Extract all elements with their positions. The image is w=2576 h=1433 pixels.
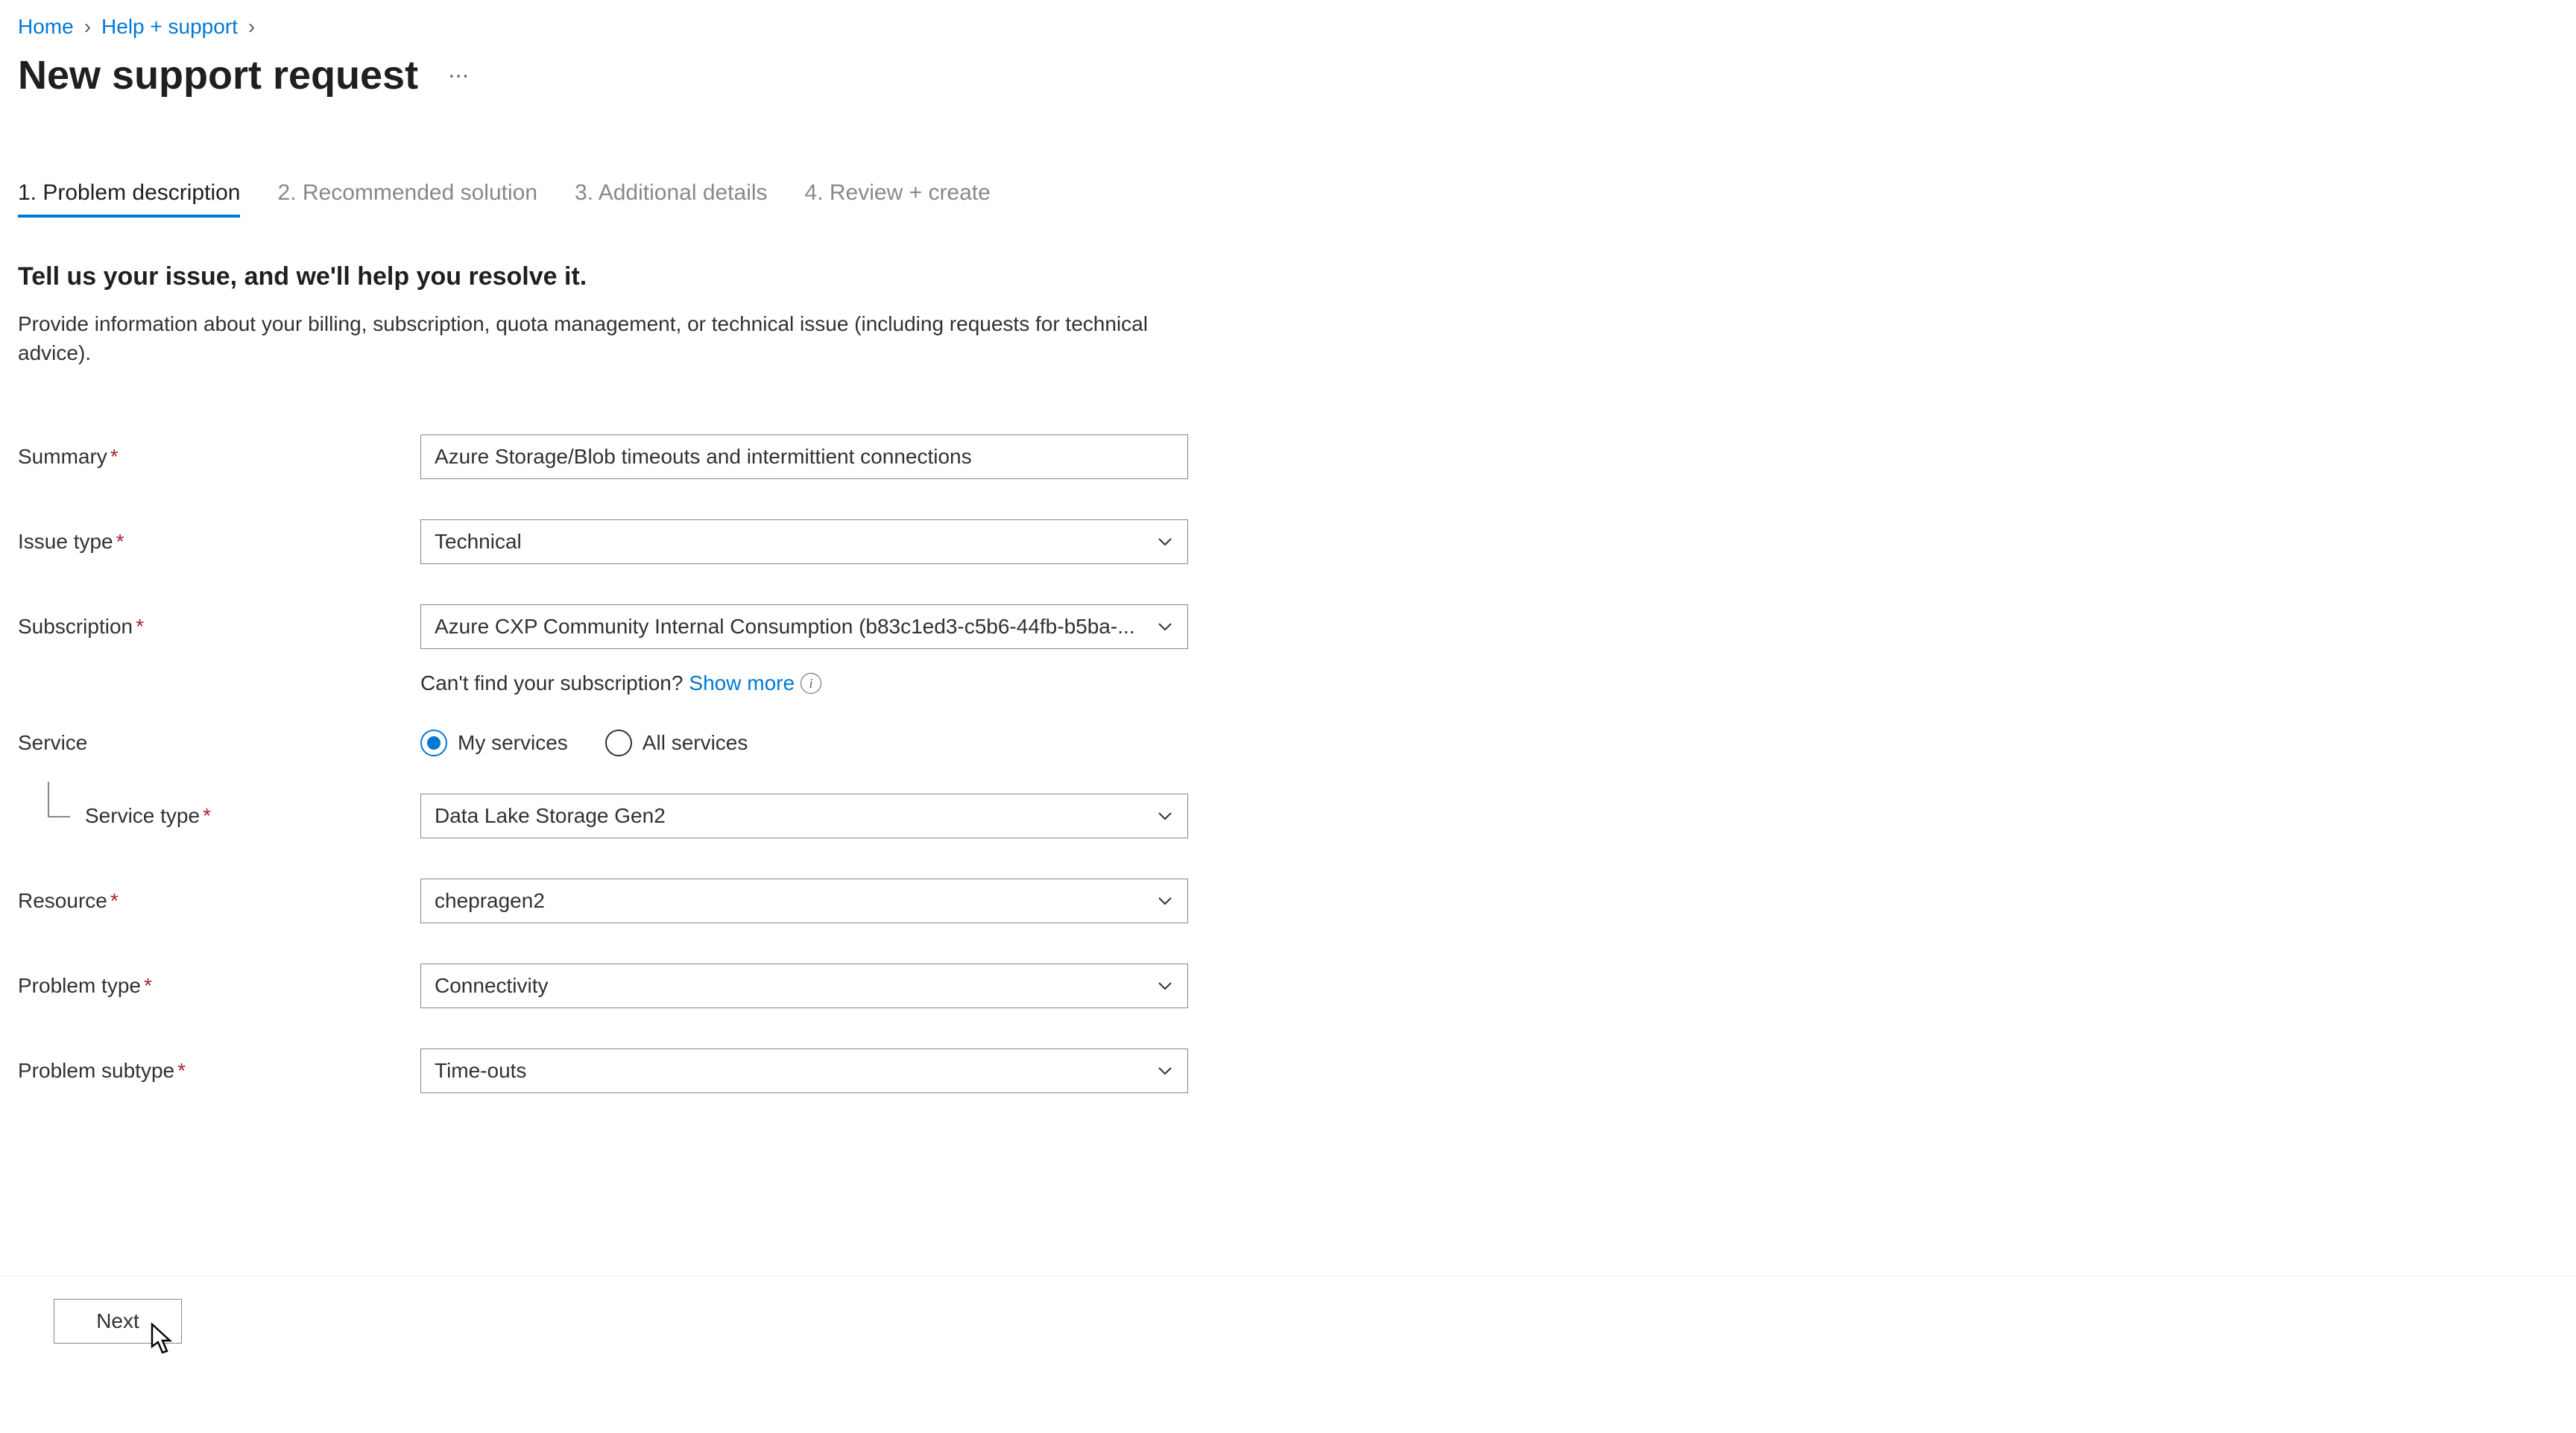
breadcrumb: Home › Help + support › [18, 15, 2546, 39]
page-title: New support request [18, 52, 418, 98]
issue-type-label: Issue type* [18, 530, 420, 554]
breadcrumb-help-support[interactable]: Help + support [101, 15, 238, 39]
tab-review-create[interactable]: 4. Review + create [805, 180, 991, 218]
resource-dropdown[interactable]: chepragen2 [420, 879, 1188, 923]
summary-label: Summary* [18, 445, 420, 469]
radio-my-services[interactable]: My services [420, 730, 568, 756]
section-heading: Tell us your issue, and we'll help you r… [18, 262, 2546, 291]
tab-additional-details[interactable]: 3. Additional details [575, 180, 768, 218]
breadcrumb-home[interactable]: Home [18, 15, 74, 39]
chevron-down-icon [1156, 533, 1174, 551]
more-actions-button[interactable]: ⋯ [441, 59, 478, 92]
service-label: Service [18, 731, 420, 755]
chevron-right-icon: › [84, 15, 91, 39]
info-icon[interactable]: i [801, 673, 821, 694]
section-description: Provide information about your billing, … [18, 309, 1151, 367]
chevron-down-icon [1156, 618, 1174, 636]
problem-type-dropdown[interactable]: Connectivity [420, 964, 1188, 1008]
issue-type-dropdown[interactable]: Technical [420, 519, 1188, 564]
service-type-dropdown[interactable]: Data Lake Storage Gen2 [420, 794, 1188, 838]
tree-connector-icon [48, 782, 70, 817]
subscription-dropdown[interactable]: Azure CXP Community Internal Consumption… [420, 604, 1188, 649]
service-type-label: Service type* [18, 804, 420, 828]
tab-recommended-solution[interactable]: 2. Recommended solution [277, 180, 537, 218]
show-more-link[interactable]: Show more [689, 671, 795, 695]
problem-type-label: Problem type* [18, 974, 420, 998]
chevron-right-icon: › [248, 15, 255, 39]
chevron-down-icon [1156, 807, 1174, 825]
chevron-down-icon [1156, 892, 1174, 910]
problem-subtype-dropdown[interactable]: Time-outs [420, 1048, 1188, 1093]
footer-bar: Next [0, 1276, 2576, 1344]
problem-subtype-label: Problem subtype* [18, 1059, 420, 1083]
subscription-label: Subscription* [18, 615, 420, 639]
subscription-helper-text: Can't find your subscription? [420, 671, 683, 695]
summary-input[interactable]: Azure Storage/Blob timeouts and intermit… [420, 434, 1188, 479]
tab-problem-description[interactable]: 1. Problem description [18, 180, 240, 218]
chevron-down-icon [1156, 977, 1174, 995]
next-button[interactable]: Next [54, 1299, 182, 1344]
radio-all-services[interactable]: All services [605, 730, 748, 756]
resource-label: Resource* [18, 889, 420, 913]
wizard-tabs: 1. Problem description 2. Recommended so… [18, 180, 2546, 218]
service-radio-group: My services All services [420, 730, 1188, 756]
chevron-down-icon [1156, 1062, 1174, 1080]
